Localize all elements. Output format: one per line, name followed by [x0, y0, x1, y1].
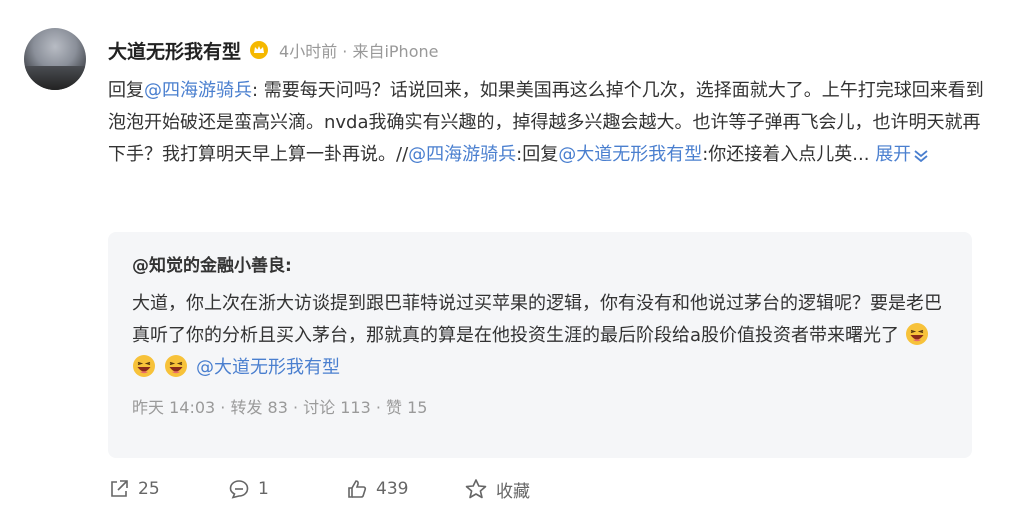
mention-link[interactable]: @四海游骑兵	[408, 144, 516, 165]
laughing-emoji-icon	[164, 354, 188, 378]
share-button[interactable]: 25	[108, 478, 228, 500]
reply-prefix: 回复	[108, 80, 144, 101]
thumbs-up-icon	[348, 480, 367, 498]
mention-link[interactable]: @大道无形我有型	[196, 357, 340, 378]
like-count: 439	[376, 479, 409, 499]
post-meta: 4小时前 · 来自iPhone	[279, 42, 439, 61]
share-icon	[111, 480, 128, 497]
share-count: 25	[138, 479, 160, 499]
mention-link[interactable]: @大道无形我有型	[558, 144, 702, 165]
post-header: 大道无形我有型 4小时前 · 来自iPhone	[108, 36, 438, 64]
post-content: 回复@四海游骑兵: 需要每天问吗？话说回来，如果美国再这么掉个几次，选择面就大了…	[108, 75, 988, 171]
mention-link[interactable]: @四海游骑兵	[144, 80, 252, 101]
favorite-button[interactable]: 收藏	[464, 477, 564, 502]
action-bar: 25 1 439 收藏	[108, 474, 564, 504]
like-button[interactable]: 439	[346, 478, 464, 500]
quote-body: 大道，你上次在浙大访谈提到跟巴菲特说过买苹果的逻辑，你有没有和他说过茅台的逻辑呢…	[132, 288, 948, 384]
laughing-emoji-icon	[905, 322, 929, 346]
post-text: :回复	[516, 144, 559, 165]
post-text: :你还接着入点儿英...	[702, 144, 870, 165]
expand-button[interactable]: 展开	[875, 144, 929, 165]
comment-button[interactable]: 1	[228, 478, 346, 500]
comment-count: 1	[258, 479, 269, 499]
quote-meta: 昨天 14:03 · 转发 83 · 讨论 113 · 赞 15	[132, 398, 428, 417]
comment-icon	[229, 480, 249, 499]
quote-author[interactable]: @知觉的金融小善良:	[132, 254, 948, 278]
chevron-down-icon	[914, 150, 928, 163]
author-name[interactable]: 大道无形我有型	[108, 37, 241, 64]
quote-text: 大道，你上次在浙大访谈提到跟巴菲特说过买苹果的逻辑，你有没有和他说过茅台的逻辑呢…	[132, 293, 942, 346]
favorite-label: 收藏	[496, 481, 530, 502]
laughing-emoji-icon	[132, 354, 156, 378]
expand-label: 展开	[875, 144, 912, 165]
crown-badge-icon	[249, 40, 269, 60]
quoted-post[interactable]: @知觉的金融小善良: 大道，你上次在浙大访谈提到跟巴菲特说过买苹果的逻辑，你有没…	[108, 232, 972, 458]
star-icon	[465, 479, 487, 499]
avatar[interactable]	[24, 28, 86, 90]
